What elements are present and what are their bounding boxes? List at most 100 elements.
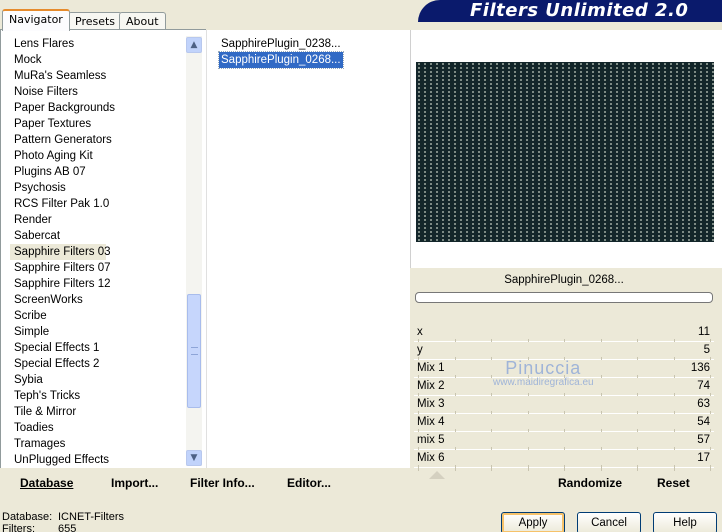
param-value: 11 [698, 326, 710, 338]
param-label: Mix 3 [417, 398, 445, 410]
chevron-down-icon[interactable]: ▼ [186, 450, 202, 466]
param-slider-track[interactable] [418, 390, 711, 407]
category-item[interactable]: Lens Flares [10, 36, 188, 52]
bottom-toolbar: Database Import... Filter Info... Editor… [0, 468, 722, 498]
reset-button-label: Reset [657, 476, 690, 490]
grip-icon [191, 347, 198, 355]
param-row[interactable]: x 11 [414, 324, 714, 353]
filter-info-button-label: Filter Info... [190, 476, 255, 490]
category-item[interactable]: Plugins AB 07 [10, 164, 188, 180]
cancel-button[interactable]: Cancel [577, 512, 641, 532]
status-filters-label: Filters: [2, 523, 35, 532]
status-database-value: ICNET-Filters [58, 511, 124, 523]
tab-about[interactable]: About [119, 12, 166, 30]
param-label: Mix 1 [417, 362, 445, 374]
database-button[interactable]: Database [20, 476, 73, 490]
param-slider-track[interactable] [418, 372, 711, 389]
category-item[interactable]: Special Effects 2 [10, 356, 188, 372]
filter-list-panel: SapphirePlugin_0238... SapphirePlugin_026… [206, 30, 410, 468]
param-value: 17 [697, 452, 710, 464]
editor-button-label: Editor... [287, 476, 332, 490]
param-slider-track[interactable] [418, 408, 711, 425]
progress-bar [415, 292, 713, 303]
tab-navigator[interactable]: Navigator [2, 9, 70, 31]
param-slider-track[interactable] [418, 444, 711, 461]
param-slider-track[interactable] [418, 336, 711, 353]
param-row[interactable]: y5 [414, 342, 714, 371]
param-row[interactable]: Mix 1 136 [414, 360, 714, 389]
tab-bar: Navigator Presets About [0, 0, 420, 31]
param-row[interactable]: Mix 2 74 [414, 378, 714, 407]
category-item[interactable]: Special Effects 1 [10, 340, 188, 356]
status-database-row: Database: ICNET-Filters [2, 511, 124, 523]
preview-image [416, 62, 714, 242]
category-item[interactable]: Tile & Mirror [10, 404, 188, 420]
filter-info-button[interactable]: Filter Info... [190, 476, 255, 490]
category-item[interactable]: Psychosis [10, 180, 188, 196]
category-item[interactable]: Sapphire Filters 12 [10, 276, 188, 292]
chevron-up-icon[interactable]: ▲ [186, 37, 202, 53]
editor-button[interactable]: Editor... [287, 476, 331, 490]
param-label: mix 5 [417, 434, 445, 446]
param-slider-track[interactable] [415, 354, 711, 371]
reset-button[interactable]: Reset [657, 476, 690, 490]
category-item[interactable]: Paper Backgrounds [10, 100, 188, 116]
category-item[interactable]: Simple [10, 324, 188, 340]
category-item[interactable]: ScreenWorks [10, 292, 188, 308]
param-value: 5 [703, 344, 710, 356]
param-row[interactable]: Mix 4 54 [414, 414, 714, 443]
param-value: 54 [697, 416, 710, 428]
category-item[interactable]: MuRa's Seamless [10, 68, 188, 84]
randomize-button-label: Randomize [558, 476, 623, 490]
parameter-sliders: x 11 y 5 Mix 1 136 Mix 2 74 Mix 3 63 Mix 4 54 mix 55… [414, 324, 714, 479]
param-label: y [417, 344, 423, 356]
status-filters-value: 655 [58, 523, 77, 532]
tab-presets[interactable]: Presets [68, 12, 123, 30]
category-list[interactable]: Lens Flares Mock MuRa's Seamless Noise Filt… [10, 36, 188, 468]
category-item[interactable]: Paper Textures [10, 116, 188, 132]
param-value: 74 [697, 380, 710, 392]
preview-filter-name: SapphirePlugin_0268... [504, 274, 624, 286]
param-value: 57 [697, 434, 710, 446]
category-item[interactable]: Mock [10, 52, 188, 68]
category-item[interactable]: Sapphire Filters 03 [10, 244, 111, 260]
apply-button[interactable]: Apply [501, 512, 565, 532]
param-row[interactable]: Mix 3 63 [414, 396, 714, 425]
category-item[interactable]: Pattern Generators [10, 132, 188, 148]
param-value: 136 [690, 362, 710, 374]
status-info: Database: ICNET-Filters Filters: 655 [2, 511, 124, 532]
import-button[interactable]: Import... [111, 476, 158, 490]
category-item[interactable]: Toadies [10, 420, 188, 436]
status-filters-row: Filters: 655 [2, 523, 124, 532]
category-scroll-thumb[interactable] [187, 294, 201, 408]
param-value: 63 [697, 398, 710, 410]
filter-item[interactable]: SapphirePlugin_0268... [218, 51, 344, 69]
param-label: x [417, 326, 423, 338]
param-slider-track[interactable] [418, 462, 711, 479]
category-item[interactable]: Noise Filters [10, 84, 188, 100]
filter-list[interactable]: SapphirePlugin_0238... SapphirePlugin_026… [218, 36, 344, 69]
category-item[interactable]: Sybia [10, 372, 188, 388]
status-database-label: Database: [2, 511, 53, 523]
category-item[interactable]: Render [10, 212, 188, 228]
import-button-label: Import... [111, 476, 159, 490]
category-item[interactable]: Teph's Tricks [10, 388, 188, 404]
app-title: Filters Unlimited 2.0 [470, 0, 689, 21]
category-list-panel: Lens Flares Mock MuRa's Seamless Noise Filt… [0, 30, 206, 468]
param-label: Mix 2 [417, 380, 445, 392]
param-row[interactable]: mix 5 57 [414, 432, 714, 461]
help-button[interactable]: Help [653, 512, 717, 532]
param-row[interactable]: Mix 6 17 [414, 450, 714, 479]
category-item[interactable]: Sapphire Filters 07 [10, 260, 188, 276]
filter-item[interactable]: SapphirePlugin_0238... [219, 36, 343, 52]
category-item[interactable]: UnPlugged Effects [10, 452, 188, 468]
param-slider-track[interactable] [418, 426, 711, 443]
category-item[interactable]: Scribe [10, 308, 188, 324]
randomize-button[interactable]: Randomize [558, 476, 622, 490]
param-label: Mix 4 [417, 416, 445, 428]
category-item[interactable]: RCS Filter Pak 1.0 [10, 196, 188, 212]
category-item[interactable]: Photo Aging Kit [10, 148, 188, 164]
database-button-label: Database [20, 476, 74, 490]
category-item[interactable]: Tramages [10, 436, 188, 452]
category-item[interactable]: Sabercat [10, 228, 188, 244]
